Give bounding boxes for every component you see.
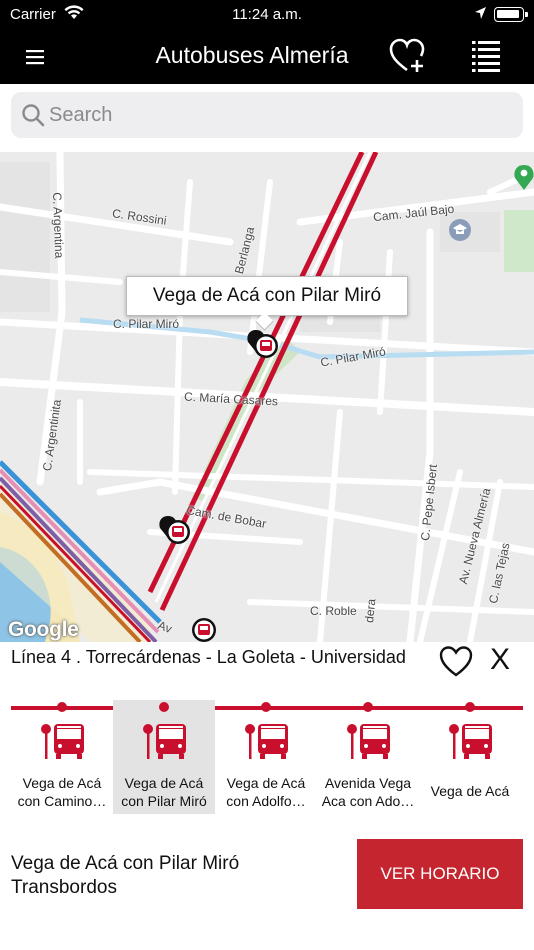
heart-plus-icon[interactable] bbox=[388, 36, 430, 76]
navigation-bar: Autobuses Almería bbox=[0, 30, 534, 84]
stop-dot bbox=[159, 702, 169, 712]
stop-name: Vega de Acá bbox=[430, 783, 510, 799]
street-label: dera bbox=[362, 598, 379, 624]
transfers-label[interactable]: Transbordos bbox=[11, 876, 239, 900]
line-title: Línea 4 . Torrecárdenas - La Goleta - Un… bbox=[11, 647, 406, 667]
view-schedule-button[interactable]: VER HORARIO bbox=[357, 839, 523, 909]
stop-dot bbox=[57, 702, 67, 712]
stop-item[interactable]: Avenida Vega Aca con Ado… bbox=[317, 700, 419, 814]
location-arrow-icon bbox=[474, 6, 487, 24]
bus-stop-icon bbox=[347, 724, 390, 759]
search-icon bbox=[21, 103, 45, 127]
line-detail-panel: Línea 4 . Torrecárdenas - La Goleta - Un… bbox=[0, 642, 534, 950]
clock: 11:24 a.m. bbox=[232, 6, 302, 23]
stop-item[interactable]: Vega de Acá con Adolfo… bbox=[215, 700, 317, 814]
bus-stop-icon bbox=[41, 724, 84, 759]
map-bus-stop-marker[interactable] bbox=[186, 614, 222, 642]
map-view[interactable]: C. Argentina C. Rossini Cam. Jaúl Bajo C… bbox=[0, 152, 534, 642]
selected-stop-info: Vega de Acá con Pilar Miró Transbordos bbox=[11, 852, 239, 900]
stop-name: Vega de Acá con Adolfo… bbox=[226, 775, 306, 809]
search-input[interactable] bbox=[49, 92, 509, 138]
stop-name: Vega de Acá con Camino… bbox=[17, 775, 107, 809]
heart-icon[interactable] bbox=[438, 644, 474, 680]
list-icon[interactable] bbox=[470, 38, 502, 74]
street-label: C. Pilar Miró bbox=[113, 317, 180, 331]
google-logo: Google bbox=[8, 618, 79, 641]
search-box[interactable] bbox=[11, 92, 523, 138]
stop-list: Vega de Acá con Camino… Vega de Acá con Pi… bbox=[11, 700, 523, 816]
bus-stop-icon bbox=[245, 724, 288, 759]
battery-icon bbox=[494, 7, 528, 22]
stop-dot bbox=[261, 702, 271, 712]
close-icon[interactable]: X bbox=[490, 642, 510, 678]
stop-name: Vega de Acá con Pilar Miró bbox=[121, 775, 207, 809]
map-callout[interactable]: Vega de Acá con Pilar Miró bbox=[126, 276, 408, 316]
stop-name: Avenida Vega Aca con Ado… bbox=[321, 775, 415, 809]
stop-item[interactable]: Vega de Acá bbox=[419, 700, 521, 814]
street-label: C. Argentina bbox=[50, 192, 67, 259]
stop-item-selected[interactable]: Vega de Acá con Pilar Miró bbox=[113, 700, 215, 814]
search-bar bbox=[0, 84, 534, 148]
street-label: C. Roble bbox=[310, 604, 357, 618]
stop-dot bbox=[465, 702, 475, 712]
status-bar: Carrier 11:24 a.m. bbox=[0, 0, 534, 30]
bus-stop-icon bbox=[449, 724, 492, 759]
bus-stop-icon bbox=[143, 724, 186, 759]
map-bus-stop-marker[interactable] bbox=[158, 514, 194, 554]
selected-stop-name: Vega de Acá con Pilar Miró bbox=[11, 853, 240, 874]
stop-item[interactable]: Vega de Acá con Camino… bbox=[11, 700, 113, 814]
stop-dot bbox=[363, 702, 373, 712]
map-bus-stop-marker[interactable] bbox=[246, 328, 282, 368]
